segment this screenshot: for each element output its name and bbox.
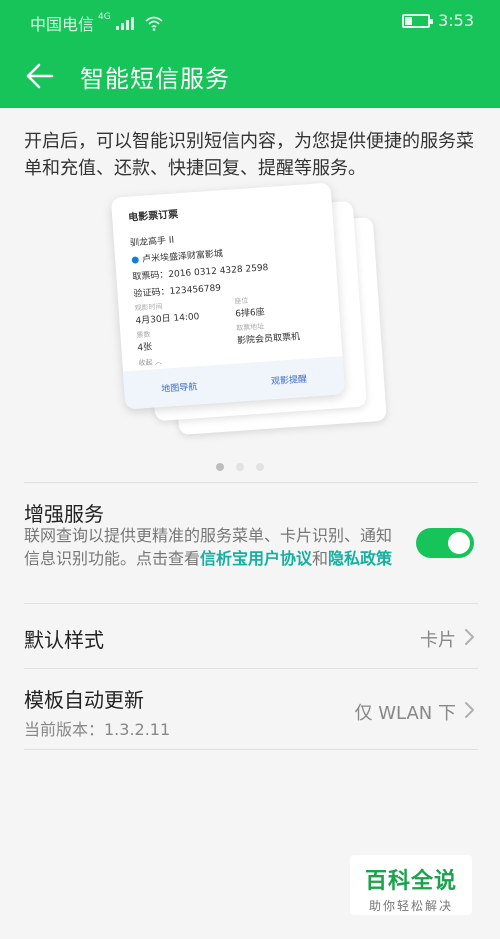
card-action-remind: 观影提醒	[270, 374, 308, 387]
template-version: 当前版本：1.3.2.11	[24, 720, 171, 739]
card-title: 电影票订票	[127, 209, 179, 224]
enhanced-service-title: 增强服务	[24, 502, 104, 526]
back-button[interactable]	[18, 57, 58, 95]
default-style-title: 默认样式	[24, 628, 104, 652]
status-bar: 中国电信 4G 3:53	[0, 0, 500, 42]
divider	[24, 482, 478, 483]
battery-level	[405, 16, 413, 25]
watermark-sub: 助你轻松解决	[368, 899, 453, 913]
wifi-icon	[144, 15, 164, 31]
intro-text: 开启后，可以智能识别短信内容，为您提供便捷的服务菜单和充值、还款、快捷回复、提醒…	[24, 131, 474, 179]
preview-card: 电影票订票 驯龙高手 II ● 卢米埃盛泽财富影城 取票码：2016 0312 4…	[110, 182, 346, 410]
chevron-up-icon: ︿	[154, 357, 162, 367]
privacy-policy-link[interactable]: 隐私政策	[328, 549, 392, 568]
user-agreement-link[interactable]: 信析宝用户协议	[200, 549, 312, 568]
carousel-indicator	[216, 463, 264, 471]
template-update-value: 仅 WLAN 下	[354, 703, 456, 724]
divider	[24, 668, 478, 669]
card-action-map: 地图导航	[160, 381, 198, 395]
network-type: 4G	[98, 12, 111, 22]
default-style-value: 卡片	[420, 630, 456, 651]
enhanced-desc-and: 和	[312, 549, 329, 568]
card-cinema-name: 卢米埃盛泽财富影城	[141, 249, 224, 265]
carousel-dot-1[interactable]	[216, 463, 224, 471]
watermark-main: 百科全说	[364, 869, 457, 894]
location-pin-icon: ●	[130, 255, 140, 266]
card-preview-carousel[interactable]: 电影票订票 驯龙高手 II ● 卢米埃盛泽财富影城 取票码：2016 0312 4…	[110, 182, 387, 440]
arrow-left-icon	[26, 63, 54, 89]
toggle-knob	[448, 532, 470, 554]
signal-icon	[115, 16, 134, 30]
battery-icon	[402, 13, 434, 28]
chevron-right-icon	[465, 702, 474, 718]
clock: 3:53	[438, 11, 474, 30]
app-header: 中国电信 4G 3:53 智能短信服务	[0, 0, 500, 108]
chevron-right-icon	[465, 629, 474, 645]
divider	[24, 603, 478, 604]
enhanced-service-toggle[interactable]	[416, 528, 474, 558]
status-right: 3:53	[402, 11, 474, 30]
carrier-name: 中国电信	[30, 15, 95, 34]
carousel-dot-2[interactable]	[236, 463, 244, 471]
watermark-logo: 百科全说 助你轻松解决	[350, 855, 472, 915]
divider	[24, 749, 478, 750]
page-title: 智能短信服务	[80, 65, 230, 93]
card-collapse-label: 收起	[138, 358, 153, 368]
carrier-info: 中国电信 4G	[30, 11, 164, 35]
template-update-title: 模板自动更新	[24, 688, 144, 712]
carousel-dot-3[interactable]	[256, 463, 264, 471]
enhanced-service-desc: 联网查询以提供更精准的服务菜单、卡片识别、通知信息识别功能。点击查看信析宝用户协…	[24, 524, 402, 570]
